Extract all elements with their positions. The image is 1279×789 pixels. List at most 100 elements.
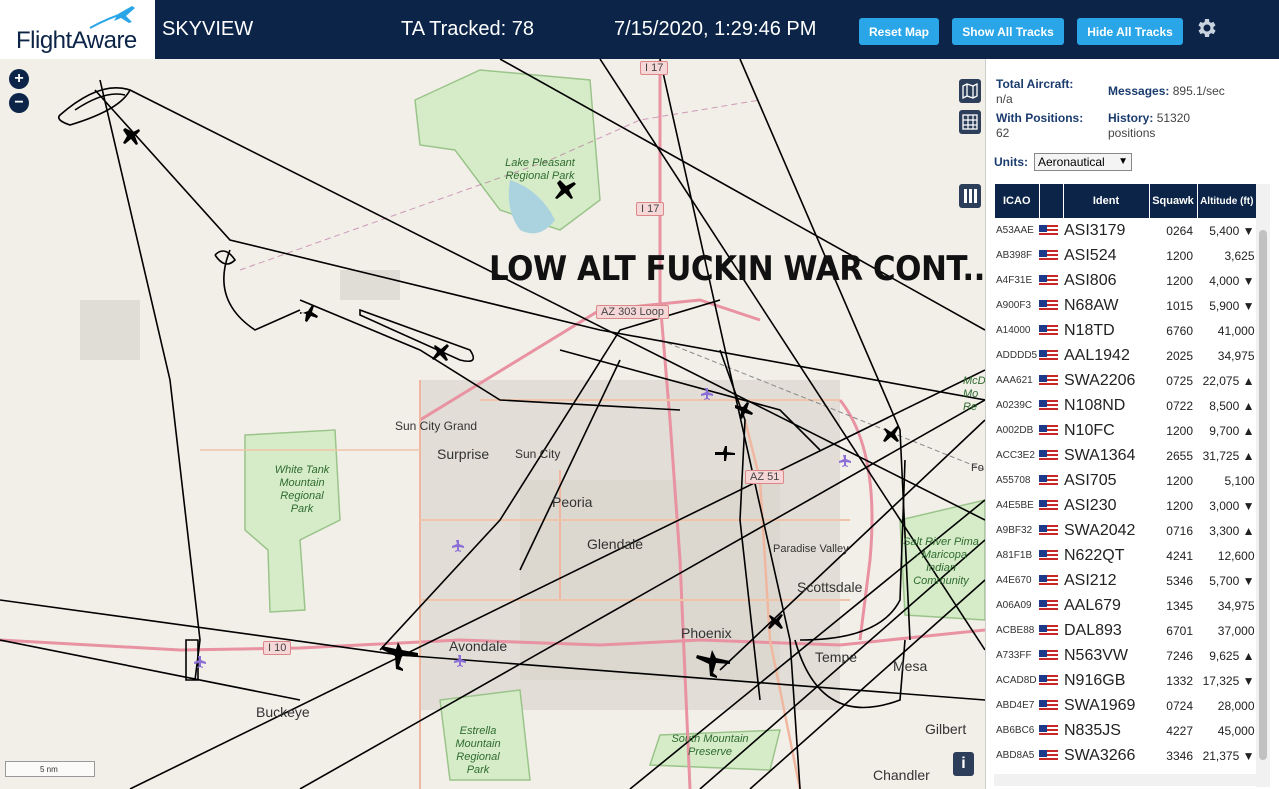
table-row[interactable]: A4E670 ASI212 5346 5,700 ▼ <box>995 568 1257 593</box>
us-flag-icon <box>1039 318 1063 343</box>
info-button[interactable]: i <box>953 752 974 776</box>
table-row[interactable]: ACBE88 DAL893 6701 37,000 <box>995 618 1257 643</box>
table-row[interactable]: A733FF N563VW 7246 9,625 ▲ <box>995 643 1257 668</box>
table-horizontal-scrollbar[interactable] <box>994 774 1256 786</box>
hide-all-tracks-button[interactable]: Hide All Tracks <box>1077 18 1183 45</box>
table-row[interactable]: ACC3E2 SWA1364 2655 31,725 ▲ <box>995 443 1257 468</box>
icao-cell: A9BF32 <box>996 525 1033 536</box>
squawk-cell: 5346 <box>1166 573 1193 588</box>
gear-icon[interactable] <box>1194 16 1218 40</box>
altitude-cell: 5,100 <box>1224 473 1255 488</box>
table-row[interactable]: A002DB N10FC 1200 9,700 ▲ <box>995 418 1257 443</box>
table-row[interactable]: A06A09 AAL679 1345 34,975 <box>995 593 1257 618</box>
table-row[interactable]: AB6BC6 N835JS 4227 45,000 <box>995 718 1257 743</box>
history-label: History: <box>1108 111 1154 125</box>
table-row[interactable]: ABD8A5 SWA3266 3346 21,375 ▼ <box>995 743 1257 768</box>
with-positions-value: 62 <box>996 126 1010 140</box>
icao-cell: A002DB <box>996 425 1034 436</box>
place-label: Peoria <box>552 494 593 510</box>
place-label: Paradise Valley <box>773 543 849 555</box>
squawk-cell: 1200 <box>1166 273 1193 288</box>
table-row[interactable]: ABD4E7 SWA1969 0724 28,000 <box>995 693 1257 718</box>
chevron-down-icon: ▼ <box>1118 156 1128 167</box>
ident-cell: ASI212 <box>1064 571 1117 589</box>
column-header-altitude[interactable]: Altitude (ft) <box>1197 184 1257 218</box>
icao-cell: AAA621 <box>996 375 1033 386</box>
us-flag-icon <box>1039 218 1063 243</box>
units-value: Aeronautical <box>1038 155 1105 169</box>
us-flag-icon <box>1039 618 1063 643</box>
reset-map-button[interactable]: Reset Map <box>859 18 939 45</box>
map-view[interactable]: Sun City Grand Surprise Sun City Peoria … <box>0 59 985 789</box>
place-label: Avondale <box>449 638 508 654</box>
table-row[interactable]: A14000 N18TD 6760 41,000 <box>995 318 1257 343</box>
zoom-out-button[interactable]: − <box>9 93 29 113</box>
column-header-icao[interactable]: ICAO <box>995 184 1040 218</box>
table-row[interactable]: AB398F ASI524 1200 3,625 <box>995 243 1257 268</box>
table-row[interactable]: A4E5BE ASI230 1200 3,000 ▼ <box>995 493 1257 518</box>
table-row[interactable]: A9BF32 SWA2042 0716 3,300 ▲ <box>995 518 1257 543</box>
squawk-cell: 1200 <box>1166 423 1193 438</box>
place-label: Fo <box>971 462 984 474</box>
us-flag-icon <box>1039 668 1063 693</box>
us-flag-icon <box>1039 693 1063 718</box>
us-flag-icon <box>1039 268 1063 293</box>
total-aircraft-label: Total Aircraft: <box>996 77 1074 91</box>
park-label: Salt River Pima - Maricopa Indian Commun… <box>903 536 979 587</box>
ident-cell: N563VW <box>1064 646 1129 664</box>
messages-stat: Messages: 895.1/sec <box>1108 84 1225 99</box>
us-flag-icon <box>1039 643 1063 668</box>
altitude-cell: 21,375 ▼ <box>1202 748 1255 763</box>
top-header: FlightAware SKYVIEW TA Tracked: 78 7/15/… <box>0 0 1279 59</box>
us-flag-icon <box>1039 593 1063 618</box>
table-row[interactable]: A4F31E ASI806 1200 4,000 ▼ <box>995 268 1257 293</box>
place-label: Surprise <box>437 446 490 462</box>
us-flag-icon <box>1039 368 1063 393</box>
units-select[interactable]: Aeronautical ▼ <box>1034 153 1132 171</box>
zoom-in-button[interactable]: + <box>9 69 29 89</box>
road-shield: I 17 <box>640 61 669 75</box>
map-layers-button[interactable] <box>959 79 981 103</box>
app-title: SKYVIEW <box>162 18 254 40</box>
logo[interactable]: FlightAware <box>0 0 155 59</box>
icao-cell: A4F31E <box>996 275 1033 286</box>
altitude-cell: 17,325 ▼ <box>1202 673 1255 688</box>
columns-toggle-button[interactable] <box>959 184 981 208</box>
icao-cell: A900F3 <box>996 300 1032 311</box>
us-flag-icon <box>1039 518 1063 543</box>
column-header-flag[interactable] <box>1039 184 1064 218</box>
ident-cell: ASI230 <box>1064 496 1117 514</box>
scrollbar-thumb[interactable] <box>1259 230 1267 760</box>
icao-cell: ADDDD5 <box>996 350 1038 361</box>
table-row[interactable]: AAA621 SWA2206 0725 22,075 ▲ <box>995 368 1257 393</box>
squawk-cell: 3346 <box>1166 748 1193 763</box>
icao-cell: A53AAE <box>996 225 1034 236</box>
park-label: Lake Pleasant Regional Park <box>505 157 575 182</box>
altitude-cell: 3,000 ▼ <box>1209 498 1255 513</box>
squawk-cell: 0722 <box>1166 398 1193 413</box>
table-row[interactable]: ACAD8D N916GB 1332 17,325 ▼ <box>995 668 1257 693</box>
aircraft-table-container[interactable]: ICAO Ident Squawk Altitude (ft) A53AAE AS… <box>995 184 1257 789</box>
column-header-squawk[interactable]: Squawk <box>1149 184 1198 218</box>
table-row[interactable]: A0239C N108ND 0722 8,500 ▲ <box>995 393 1257 418</box>
table-row[interactable]: A900F3 N68AW 1015 5,900 ▼ <box>995 293 1257 318</box>
icao-cell: ACC3E2 <box>996 450 1035 461</box>
map-icon <box>962 83 978 99</box>
icao-cell: A14000 <box>996 325 1031 336</box>
aircraft-sidebar: Total Aircraft: n/a Messages: 895.1/sec … <box>985 59 1279 789</box>
table-row[interactable]: A55708 ASI705 1200 5,100 <box>995 468 1257 493</box>
messages-label: Messages: <box>1108 84 1170 98</box>
squawk-cell: 6701 <box>1166 623 1193 638</box>
table-row[interactable]: A81F1B N622QT 4241 12,600 <box>995 543 1257 568</box>
icao-cell: A4E5BE <box>996 500 1034 511</box>
table-row[interactable]: A53AAE ASI3179 0264 5,400 ▼ <box>995 218 1257 243</box>
altitude-cell: 5,400 ▼ <box>1209 223 1255 238</box>
squawk-cell: 4227 <box>1166 723 1193 738</box>
column-header-ident[interactable]: Ident <box>1063 184 1150 218</box>
show-all-tracks-button[interactable]: Show All Tracks <box>952 18 1064 45</box>
road-shield: AZ 303 Loop <box>596 305 669 319</box>
messages-value: 895.1/sec <box>1172 84 1225 98</box>
table-row[interactable]: ADDDD5 AAL1942 2025 34,975 <box>995 343 1257 368</box>
altitude-cell: 5,900 ▼ <box>1209 298 1255 313</box>
grid-toggle-button[interactable] <box>959 110 981 134</box>
